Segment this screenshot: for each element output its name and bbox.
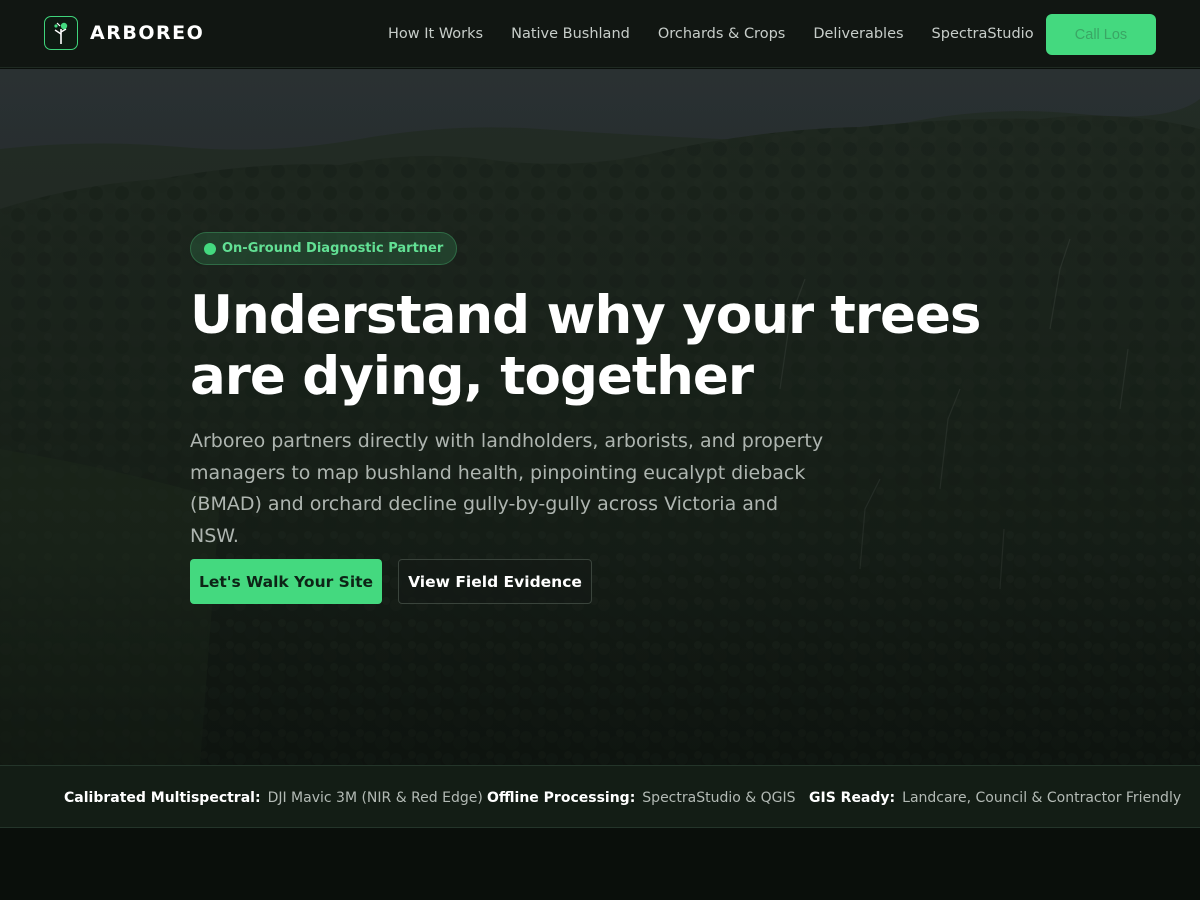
badge-label: On-Ground Diagnostic Partner <box>222 241 444 256</box>
nav-link-native-bushland[interactable]: Native Bushland <box>511 26 630 42</box>
brand-name: ARBOREO <box>90 22 205 44</box>
status-dot-icon <box>204 242 216 255</box>
nav-link-spectrastudio[interactable]: SpectraStudio <box>932 26 1034 42</box>
strip-item-offline-processing: Offline Processing: SpectraStudio & QGIS <box>487 766 796 829</box>
page-lower-area <box>0 829 1200 900</box>
brand-home-link[interactable]: ARBOREO <box>44 16 204 50</box>
tree-sapling-icon <box>44 16 78 50</box>
strip-label: Calibrated Multispectral: <box>64 789 261 806</box>
strip-item-multispectral: Calibrated Multispectral: DJI Mavic 3M (… <box>64 766 483 829</box>
top-navbar: ARBOREO How It Works Native Bushland Orc… <box>0 0 1200 68</box>
hero-subtitle: Arboreo partners directly with landholde… <box>190 430 824 547</box>
strip-value: SpectraStudio & QGIS <box>642 789 796 806</box>
diagnostic-partner-badge: On-Ground Diagnostic Partner <box>190 232 458 265</box>
walk-your-site-button[interactable]: Let's Walk Your Site <box>190 559 382 604</box>
hero-title: Understand why your trees are dying, tog… <box>190 285 981 407</box>
strip-label: GIS Ready: <box>809 789 896 806</box>
strip-value: DJI Mavic 3M (NIR & Red Edge) <box>267 789 483 806</box>
hero-background-image <box>0 69 1200 765</box>
view-field-evidence-button[interactable]: View Field Evidence <box>398 559 592 604</box>
strip-item-gis-ready: GIS Ready: Landcare, Council & Contracto… <box>809 766 1181 829</box>
nav-link-how-it-works[interactable]: How It Works <box>388 26 483 42</box>
nav-link-deliverables[interactable]: Deliverables <box>813 26 903 42</box>
nav-link-orchards-crops[interactable]: Orchards & Crops <box>658 26 786 42</box>
strip-label: Offline Processing: <box>487 789 636 806</box>
call-us-button[interactable]: Call Los <box>1046 14 1156 55</box>
strip-value: Landcare, Council & Contractor Friendly <box>902 789 1182 806</box>
main-nav: How It Works Native Bushland Orchards & … <box>388 0 1062 68</box>
hero-section: On-Ground Diagnostic Partner Understand … <box>0 69 1200 765</box>
feature-strip: Calibrated Multispectral: DJI Mavic 3M (… <box>0 765 1200 828</box>
